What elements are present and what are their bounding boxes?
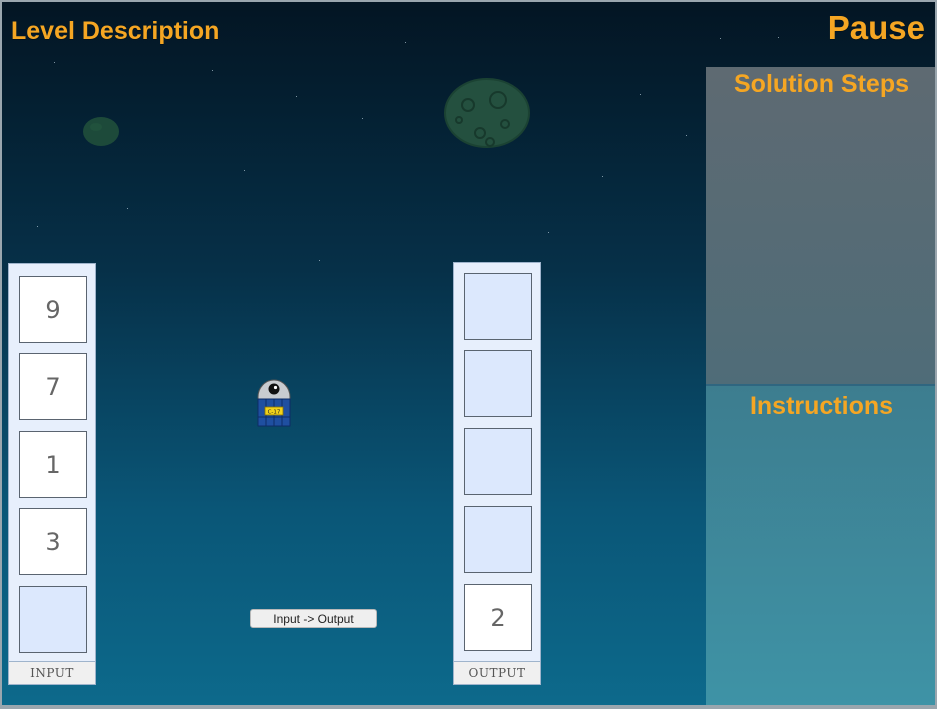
output-slot[interactable] [464, 506, 532, 573]
robot-sprite-icon: C-17 [257, 379, 291, 427]
output-slot[interactable] [464, 428, 532, 495]
input-slot[interactable]: 3 [19, 508, 87, 575]
output-column: 2 OUTPUT [453, 262, 541, 685]
output-slot[interactable]: 2 [464, 584, 532, 651]
input-slot[interactable] [19, 586, 87, 653]
output-slot[interactable] [464, 273, 532, 340]
output-slot[interactable] [464, 350, 532, 417]
input-slot[interactable]: 7 [19, 353, 87, 420]
input-column: 9 7 1 3 INPUT [8, 263, 96, 685]
pause-button[interactable]: Pause [828, 9, 925, 47]
input-slot[interactable]: 9 [19, 276, 87, 343]
input-to-output-button[interactable]: Input -> Output [250, 609, 377, 628]
instructions-title: Instructions [749, 392, 894, 420]
robot-badge: C-17 [268, 410, 281, 416]
solution-steps-panel: Solution Steps [706, 67, 937, 386]
solution-steps-title: Solution Steps [734, 70, 909, 98]
input-label: INPUT [9, 661, 95, 684]
output-label: OUTPUT [454, 661, 540, 684]
level-description-button[interactable]: Level Description [11, 17, 219, 46]
input-slot[interactable]: 1 [19, 431, 87, 498]
cratered-planet-icon [444, 78, 530, 148]
small-planet-icon [83, 117, 119, 146]
instructions-panel: Instructions [706, 386, 937, 707]
